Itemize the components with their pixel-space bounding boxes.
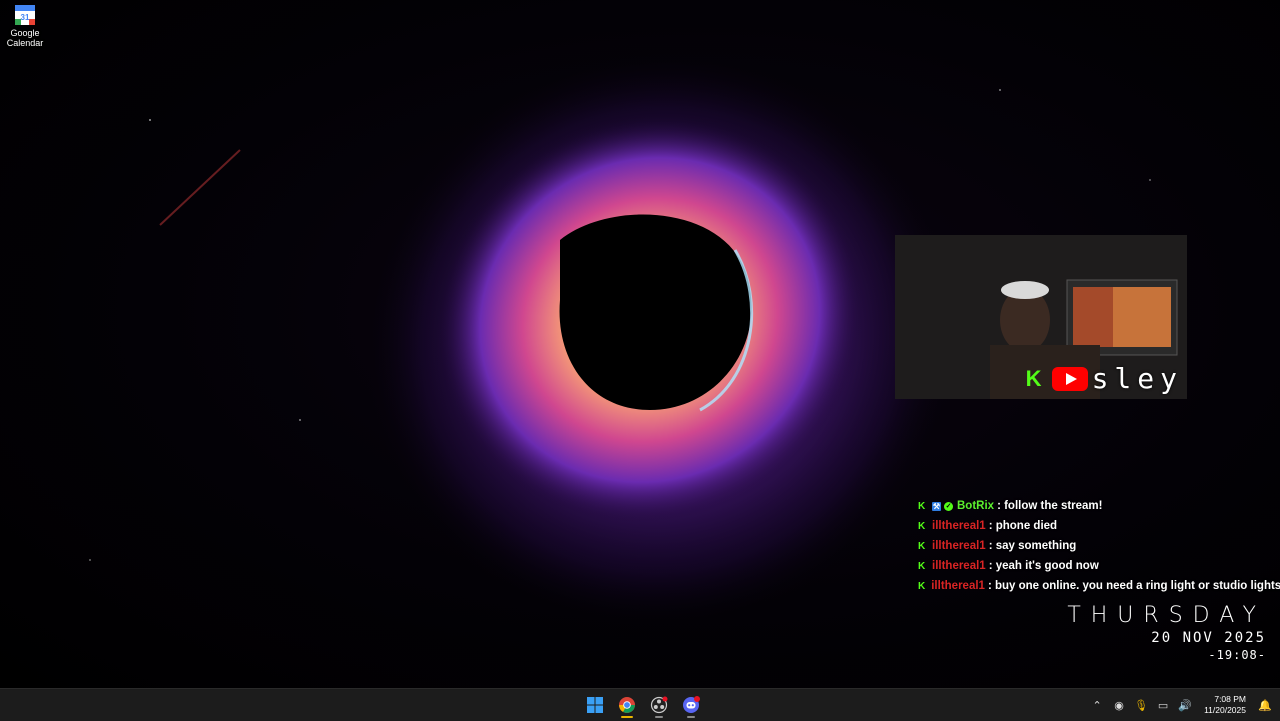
clock-time: -19:08- — [1208, 648, 1266, 662]
chat-text: : buy one online. you need a ring light … — [987, 580, 1280, 592]
taskbar-chrome-button[interactable] — [615, 691, 639, 719]
chat-text: : phone died — [988, 520, 1058, 532]
youtube-icon — [1051, 366, 1088, 391]
start-button[interactable] — [583, 691, 607, 719]
chat-username: illthereal1 — [932, 560, 986, 572]
stream-brand: K sley — [1026, 362, 1183, 395]
chat-message: K illthereal1 : say something — [918, 536, 1278, 556]
chrome-icon — [619, 697, 635, 713]
chat-username: illthereal1 — [932, 520, 986, 532]
chat-text: : say something — [988, 540, 1077, 552]
taskbar-discord-button[interactable] — [679, 691, 703, 719]
kick-icon: K — [918, 560, 926, 572]
stream-chat: K ⚒ ✓ BotRix : follow the stream! K illt… — [918, 496, 1280, 596]
microphone-icon[interactable]: 🎙 — [1134, 698, 1148, 712]
webcam-overlay: K sley — [895, 235, 1187, 399]
brand-text: sley — [1091, 362, 1183, 395]
taskbar-clock[interactable]: 7:08 PM 11/20/2025 — [1204, 694, 1246, 716]
taskbar-obs-button[interactable] — [647, 691, 671, 719]
desktop-clock-widget: THURSDAY 20 NOV 2025 -19:08- — [1067, 603, 1266, 663]
chat-username: BotRix — [957, 500, 995, 512]
chat-message: K illthereal1 : buy one online. you need… — [918, 576, 1280, 596]
kick-icon: K — [918, 520, 926, 532]
chat-text: : yeah it's good now — [988, 560, 1099, 572]
chat-message: K ⚒ ✓ BotRix : follow the stream! — [918, 496, 1278, 516]
windows-start-icon — [587, 697, 603, 713]
running-indicator — [687, 716, 695, 718]
verified-icon: ✓ — [944, 501, 953, 511]
desktop-shortcut-label: Google Calendar — [6, 28, 44, 48]
chevron-up-icon[interactable]: ⌃ — [1090, 698, 1104, 712]
clock-day: THURSDAY — [1067, 603, 1266, 628]
taskbar-apps — [583, 689, 703, 721]
obs-icon — [650, 696, 668, 714]
desktop: 31 Google Calendar K sley K ⚒ ✓ BotRix :… — [0, 0, 1280, 688]
chat-message: K illthereal1 : phone died — [918, 516, 1278, 536]
taskbar-time: 7:08 PM — [1214, 694, 1246, 704]
network-icon[interactable]: ▭ — [1156, 698, 1170, 712]
active-indicator — [621, 716, 633, 718]
running-indicator — [655, 716, 663, 718]
system-tray: ⌃ ◉ 🎙 ▭ 🔊 7:08 PM 11/20/2025 🔔 — [1090, 689, 1272, 721]
notification-bell-icon[interactable]: 🔔 — [1258, 698, 1272, 712]
chat-username: illthereal1 — [931, 580, 985, 592]
obs-tray-icon[interactable]: ◉ — [1112, 698, 1126, 712]
chat-username: illthereal1 — [932, 540, 986, 552]
chat-message: K illthereal1 : yeah it's good now — [918, 556, 1278, 576]
kick-icon: K — [918, 580, 926, 592]
kick-icon: K — [918, 500, 926, 512]
discord-icon — [683, 696, 700, 713]
chat-text: : follow the stream! — [997, 500, 1103, 512]
volume-icon[interactable]: 🔊 — [1178, 698, 1192, 712]
svg-text:31: 31 — [21, 13, 30, 22]
desktop-shortcut-google-calendar[interactable]: 31 Google Calendar — [4, 4, 46, 48]
taskbar: ⌃ ◉ 🎙 ▭ 🔊 7:08 PM 11/20/2025 🔔 — [0, 688, 1280, 721]
google-calendar-icon: 31 — [14, 4, 36, 26]
kick-icon: K — [1025, 365, 1042, 391]
clock-date: 20 NOV 2025 — [1151, 630, 1266, 646]
taskbar-date: 11/20/2025 — [1204, 705, 1246, 715]
bot-badge-icon: ⚒ — [932, 501, 941, 511]
kick-icon: K — [918, 540, 926, 552]
